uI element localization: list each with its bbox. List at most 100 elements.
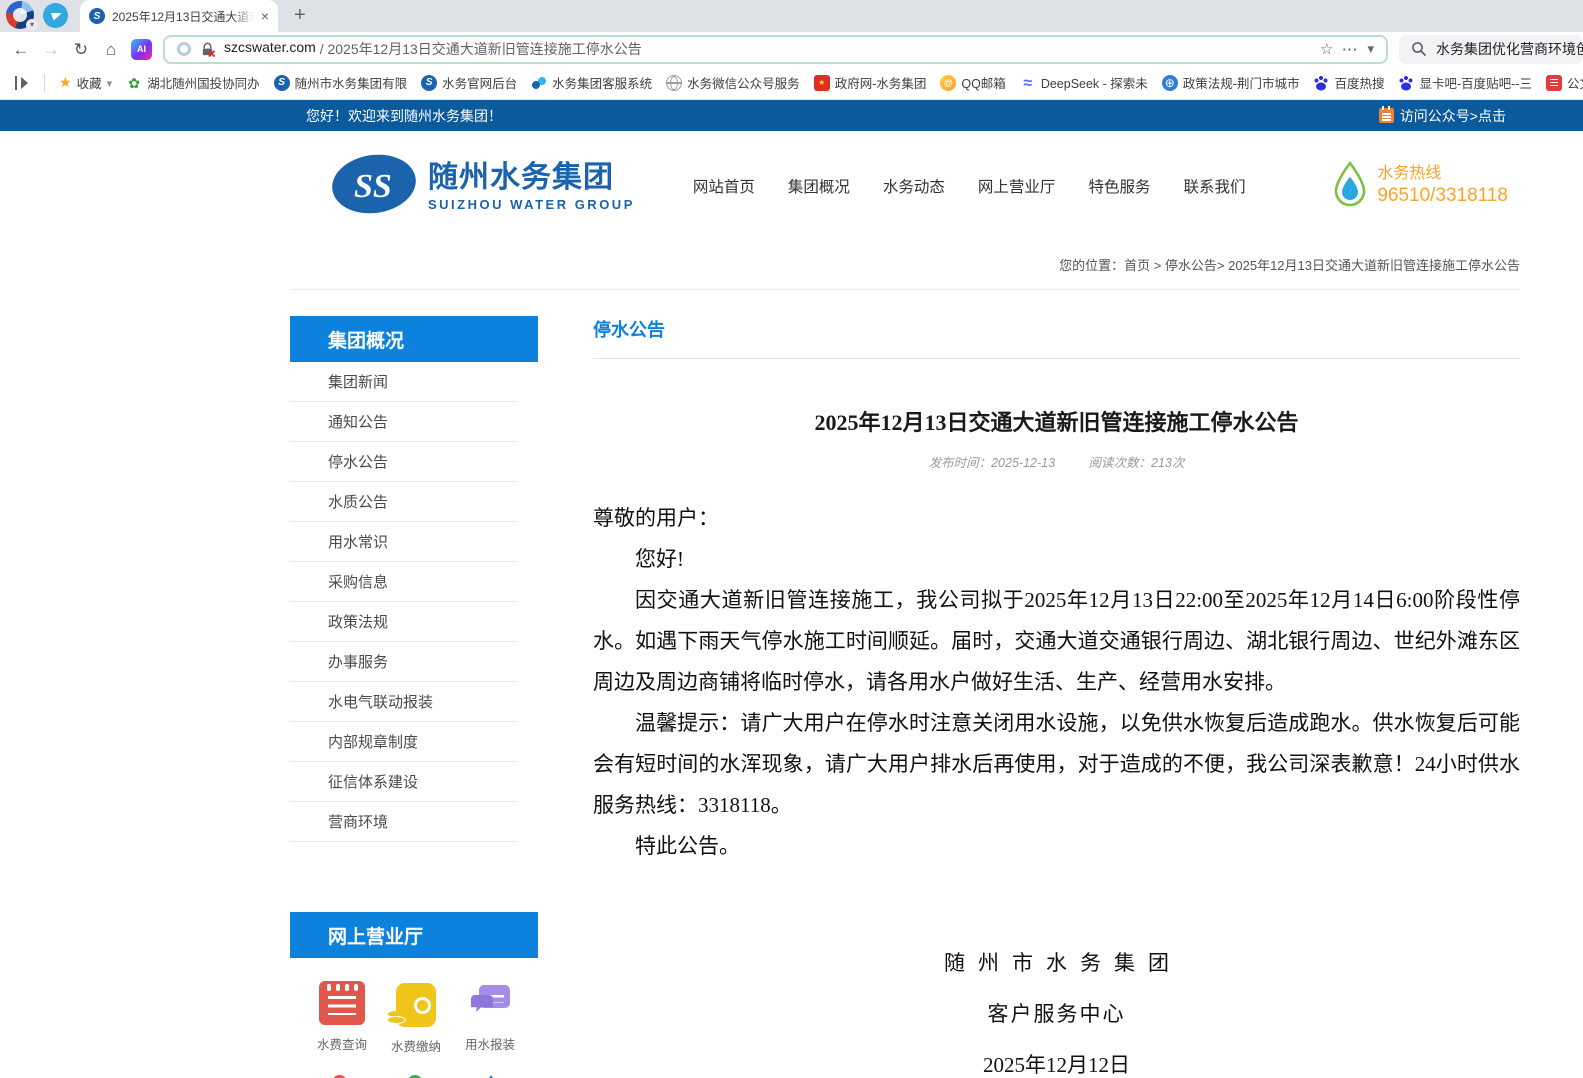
- url-more-icon[interactable]: ···: [1342, 42, 1358, 57]
- sidebar-group-overview: 集团概况: [290, 316, 538, 362]
- signature-line: 随州市水务集团: [593, 947, 1520, 977]
- bookmark-label: 水务微信公众号服务: [687, 73, 800, 92]
- reload-icon[interactable]: ↻: [66, 41, 96, 58]
- hotline: 水务热线 96510/3318118: [1332, 161, 1508, 212]
- sidebar-menu-item[interactable]: 停水公告: [290, 442, 516, 482]
- sidebar-menu-item[interactable]: 办事服务: [290, 642, 516, 682]
- sidebar-menu-item[interactable]: 用水常识: [290, 522, 516, 562]
- section-title: 停水公告: [593, 316, 1520, 359]
- signature-line: 2025年12月12日: [593, 1049, 1520, 1078]
- bookmark-favicon: [814, 75, 830, 91]
- nav-item[interactable]: 特色服务: [1088, 175, 1150, 197]
- arc-icon[interactable]: [403, 1072, 426, 1078]
- forward-icon[interactable]: →: [36, 41, 66, 58]
- article-paragraph: 您好!: [593, 539, 1520, 580]
- site-favicon: S: [89, 8, 105, 24]
- service-icon: [467, 981, 513, 1025]
- bookmark-item[interactable]: 政府网-水务集团: [814, 73, 927, 92]
- bookmark-item[interactable]: 政策法规-荆门市城市: [1162, 73, 1300, 92]
- bookmark-item[interactable]: 显卡吧-百度贴吧--三: [1398, 73, 1532, 92]
- browser-tab-strip: S 2025年12月13日交通大道新旧管连接施工停水公告 × +: [0, 0, 1583, 32]
- water-drop-icon: [1332, 161, 1368, 212]
- bookmark-label: 公文宝: [1567, 73, 1583, 92]
- browser-tab[interactable]: S 2025年12月13日交通大道新旧管连接施工停水公告 ×: [80, 0, 278, 32]
- sidebar-menu-item[interactable]: 政策法规: [290, 602, 516, 642]
- favorites-label: 收藏: [77, 73, 102, 92]
- hotline-number: 96510/3318118: [1377, 184, 1508, 208]
- bookmark-item[interactable]: 随州市水务集团有限: [274, 73, 408, 92]
- bookmark-favicon: [1546, 75, 1562, 91]
- site-name-en: SUIZHOU WATER GROUP: [428, 197, 635, 212]
- bookmark-item[interactable]: 湖北随州国投协同办: [126, 73, 260, 92]
- nav-item[interactable]: 网上营业厅: [978, 175, 1056, 197]
- sidebar-menu-item[interactable]: 营商环境: [290, 802, 516, 842]
- bookmark-label: 水务官网后台: [442, 73, 517, 92]
- site-name: 随州水务集团: [428, 161, 635, 194]
- spacer: [290, 842, 538, 912]
- svg-text:SS: SS: [354, 168, 392, 205]
- bookmark-favicon: [126, 75, 142, 91]
- bookmark-item[interactable]: 水务微信公众号服务: [666, 73, 800, 92]
- welcome-text: 您好！欢迎来到随州水务集团！: [306, 106, 502, 126]
- bookmark-favicon: [1020, 75, 1036, 91]
- browser-profile-icon[interactable]: [6, 1, 34, 29]
- extension-dot-icon[interactable]: [177, 42, 191, 56]
- publish-time: 发布时间：2025-12-13: [929, 456, 1055, 470]
- favorites-button[interactable]: 收藏: [59, 73, 112, 92]
- service-icon: [319, 981, 365, 1025]
- address-bar[interactable]: szcswater.com / 2025年12月13日交通大道新旧管连接施工停水…: [163, 35, 1388, 64]
- star-icon: [59, 74, 72, 91]
- search-query: 水务集团优化营商环境创: [1436, 39, 1583, 59]
- breadcrumb-home[interactable]: 首页: [1124, 258, 1150, 273]
- bookmark-item[interactable]: 水务集团客服系统: [531, 73, 652, 92]
- tab-close-icon[interactable]: ×: [261, 9, 269, 23]
- service-shortcuts-partial-row: [290, 1055, 538, 1078]
- bookmark-star-icon[interactable]: ☆: [1320, 40, 1333, 58]
- sidebar-menu-item[interactable]: 集团新闻: [290, 362, 516, 402]
- new-tab-button[interactable]: +: [294, 4, 306, 27]
- article-paragraph: 特此公告。: [593, 826, 1520, 867]
- url-host: szcswater.com: [224, 39, 316, 59]
- service-shortcut[interactable]: 水费查询: [306, 981, 378, 1055]
- home-icon[interactable]: ⌂: [96, 41, 126, 58]
- sidebar: 集团概况 集团新闻 通知公告 停水公告 水质公告 用水常识 采购信息 政策法规 …: [290, 316, 538, 1078]
- bookmark-item[interactable]: 公文宝: [1546, 73, 1583, 92]
- side-search-box[interactable]: 水务集团优化营商环境创: [1399, 35, 1583, 64]
- nav-item[interactable]: 水务动态: [883, 175, 945, 197]
- wechat-link[interactable]: 访问公众号>点击: [1379, 106, 1506, 126]
- site-logo[interactable]: SS 随州水务集团 SUIZHOU WATER GROUP: [330, 153, 635, 220]
- insecure-lock-icon[interactable]: [200, 42, 215, 57]
- back-icon[interactable]: ←: [6, 41, 36, 58]
- url-text[interactable]: szcswater.com / 2025年12月13日交通大道新旧管连接施工停水…: [224, 39, 1311, 59]
- article: 停水公告 2025年12月13日交通大道新旧管连接施工停水公告 发布时间：202…: [593, 316, 1520, 1078]
- breadcrumb-section[interactable]: 停水公告: [1165, 258, 1217, 273]
- bookmark-label: 湖北随州国投协同办: [147, 73, 260, 92]
- side-panel-icon[interactable]: [12, 75, 30, 91]
- breadcrumb-prefix: 您的位置：: [1059, 258, 1124, 273]
- sidebar-menu: 集团新闻 通知公告 停水公告 水质公告 用水常识 采购信息 政策法规 办事服务 …: [290, 362, 538, 842]
- bookmark-item[interactable]: QQ邮箱: [940, 73, 1005, 92]
- sidebar-menu-item[interactable]: 采购信息: [290, 562, 516, 602]
- nav-item[interactable]: 网站首页: [693, 175, 755, 197]
- drop-icon[interactable]: [329, 1072, 350, 1078]
- sidebar-menu-item[interactable]: 征信体系建设: [290, 762, 516, 802]
- bookmark-item[interactable]: 水务官网后台: [421, 73, 517, 92]
- chevron-down-icon[interactable]: ▾: [1367, 41, 1374, 57]
- service-shortcut[interactable]: 用水报装: [454, 981, 526, 1055]
- bookmark-label: 政策法规-荆门市城市: [1183, 73, 1300, 92]
- bookmark-favicon: [531, 75, 547, 91]
- sidebar-menu-item[interactable]: 水质公告: [290, 482, 516, 522]
- nav-item[interactable]: 联系我们: [1183, 175, 1245, 197]
- sidebar-menu-item[interactable]: 内部规章制度: [290, 722, 516, 762]
- telegram-icon[interactable]: [43, 3, 68, 28]
- sidebar-menu-item[interactable]: 水电气联动报装: [290, 682, 516, 722]
- service-shortcut[interactable]: 水费缴纳: [380, 981, 452, 1055]
- bookmark-item[interactable]: 百度热搜: [1313, 73, 1384, 92]
- sidebar-group-online-hall: 网上营业厅: [290, 912, 538, 958]
- sidebar-menu-item[interactable]: 通知公告: [290, 402, 516, 442]
- nav-item[interactable]: 集团概况: [788, 175, 850, 197]
- bookmark-item[interactable]: DeepSeek - 探索未: [1020, 73, 1148, 92]
- signature-line: 客户服务中心: [593, 998, 1520, 1028]
- ai-extension-icon[interactable]: AI: [131, 39, 152, 60]
- bookmark-label: QQ邮箱: [961, 73, 1005, 92]
